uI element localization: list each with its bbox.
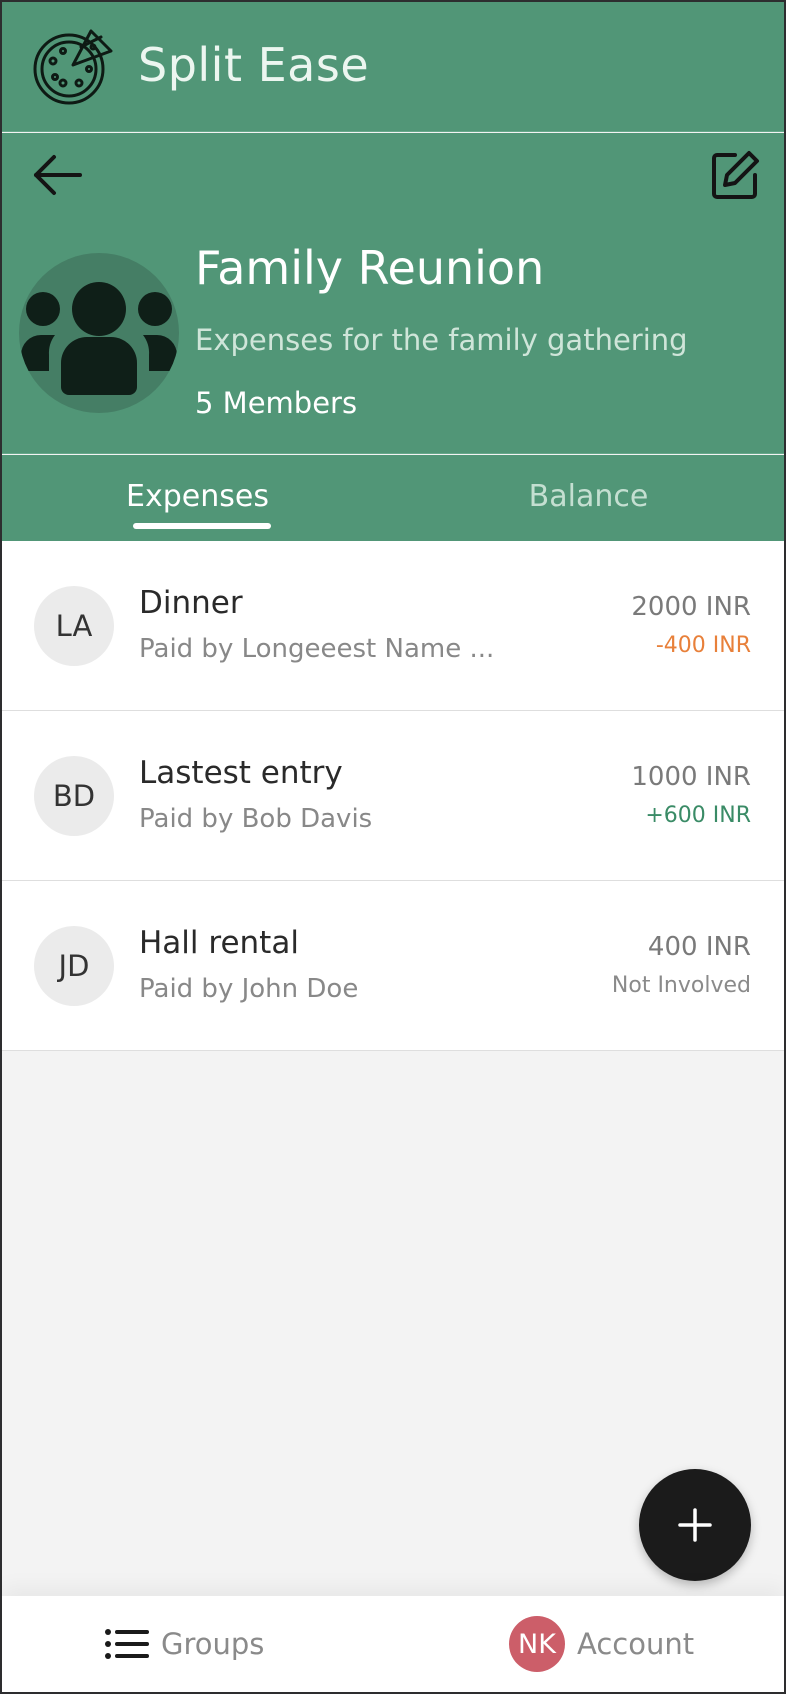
group-description: Expenses for the family gathering bbox=[195, 323, 688, 357]
tab-balance[interactable]: Balance bbox=[393, 455, 784, 541]
nav-groups[interactable]: Groups bbox=[105, 1596, 264, 1692]
edit-group-button[interactable] bbox=[708, 148, 762, 202]
expense-paid-by: Paid by John Doe bbox=[139, 974, 359, 1004]
app-bar: Split Ease bbox=[2, 2, 784, 132]
group-header: Family Reunion Expenses for the family g… bbox=[2, 133, 784, 454]
expense-title: Dinner bbox=[139, 585, 243, 621]
expense-amount: 2000 INR bbox=[631, 592, 751, 622]
app-title: Split Ease bbox=[138, 38, 370, 92]
bottom-nav: Groups NK Account bbox=[2, 1596, 784, 1692]
tab-bar: Expenses Balance bbox=[2, 455, 784, 541]
expense-list: LA Dinner Paid by Longeeest Name ... 200… bbox=[2, 541, 784, 1051]
pizza-icon bbox=[33, 25, 113, 105]
group-member-count[interactable]: 5 Members bbox=[195, 386, 357, 420]
tab-expenses-label: Expenses bbox=[126, 478, 269, 514]
group-name: Family Reunion bbox=[195, 241, 545, 295]
expense-paid-by: Paid by Bob Davis bbox=[139, 804, 373, 834]
nav-account[interactable]: NK Account bbox=[509, 1596, 694, 1692]
expense-share: Not Involved bbox=[611, 973, 751, 998]
tab-balance-label: Balance bbox=[528, 478, 649, 514]
expense-row-dinner[interactable]: LA Dinner Paid by Longeeest Name ... 200… bbox=[2, 541, 784, 711]
expense-row-lastest-entry[interactable]: BD Lastest entry Paid by Bob Davis 1000 … bbox=[2, 711, 784, 881]
group-avatar bbox=[19, 253, 179, 413]
expense-amount: 400 INR bbox=[647, 932, 751, 962]
expense-share: -400 INR bbox=[655, 633, 751, 658]
expense-title: Hall rental bbox=[139, 925, 299, 961]
plus-icon bbox=[678, 1508, 712, 1542]
nav-account-label: Account bbox=[577, 1627, 695, 1661]
app-screen: Split Ease Family Reunion Expenses for t… bbox=[2, 2, 784, 1692]
payer-avatar: JD bbox=[34, 926, 114, 1006]
active-tab-indicator bbox=[133, 523, 271, 529]
payer-avatar: LA bbox=[34, 586, 114, 666]
nav-groups-label: Groups bbox=[161, 1627, 265, 1661]
expense-paid-by: Paid by Longeeest Name ... bbox=[139, 634, 495, 664]
add-expense-button[interactable] bbox=[639, 1469, 751, 1581]
expense-title: Lastest entry bbox=[139, 755, 343, 791]
list-icon bbox=[105, 1629, 149, 1659]
back-button[interactable] bbox=[32, 150, 84, 200]
account-avatar: NK bbox=[509, 1616, 565, 1672]
arrow-left-icon bbox=[34, 155, 82, 195]
expense-amount: 1000 INR bbox=[631, 762, 751, 792]
edit-icon bbox=[712, 151, 759, 199]
expense-share: +600 INR bbox=[645, 803, 751, 828]
group-people-icon bbox=[21, 282, 177, 395]
payer-avatar: BD bbox=[34, 756, 114, 836]
expense-row-hall-rental[interactable]: JD Hall rental Paid by John Doe 400 INR … bbox=[2, 881, 784, 1051]
